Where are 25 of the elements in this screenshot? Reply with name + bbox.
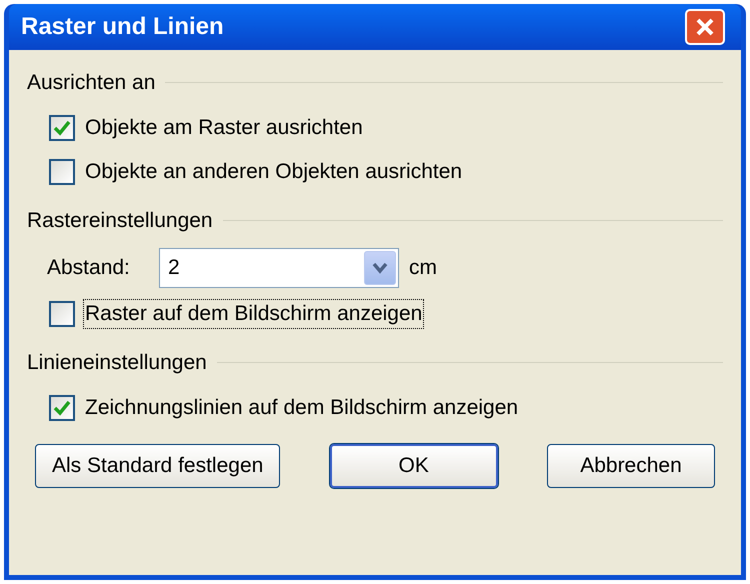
window-title: Raster und Linien (21, 12, 224, 42)
check-icon (53, 120, 71, 136)
checkbox[interactable] (49, 115, 75, 141)
dialog-button[interactable]: Als Standard festlegen (35, 444, 280, 488)
unit-label: cm (409, 255, 437, 282)
checkbox[interactable] (49, 301, 75, 327)
spacing-label: Abstand: (47, 255, 131, 282)
section-heading: Rastereinstellungen (27, 208, 213, 234)
checkbox[interactable] (49, 395, 75, 421)
checkbox-label[interactable]: Objekte am Raster ausrichten (83, 113, 365, 143)
checkbox-label[interactable]: Raster auf dem Bildschirm anzeigen (83, 299, 424, 329)
checkbox-label[interactable]: Objekte an anderen Objekten ausrichten (83, 157, 464, 187)
section-heading: Linieneinstellungen (27, 350, 207, 376)
chevron-down-icon (372, 262, 388, 274)
spacing-combobox[interactable]: 2 (159, 248, 399, 288)
dropdown-button[interactable] (364, 251, 396, 285)
close-icon (695, 17, 715, 37)
section-heading: Ausrichten an (27, 70, 156, 96)
spacing-value: 2 (168, 255, 180, 282)
check-icon (53, 400, 71, 416)
checkbox-label[interactable]: Zeichnungslinien auf dem Bildschirm anzeigen (83, 393, 520, 423)
dialog-button[interactable]: OK (330, 444, 498, 488)
checkbox[interactable] (49, 159, 75, 185)
close-button[interactable] (685, 9, 725, 45)
dialog-button[interactable]: Abbrechen (547, 444, 715, 488)
